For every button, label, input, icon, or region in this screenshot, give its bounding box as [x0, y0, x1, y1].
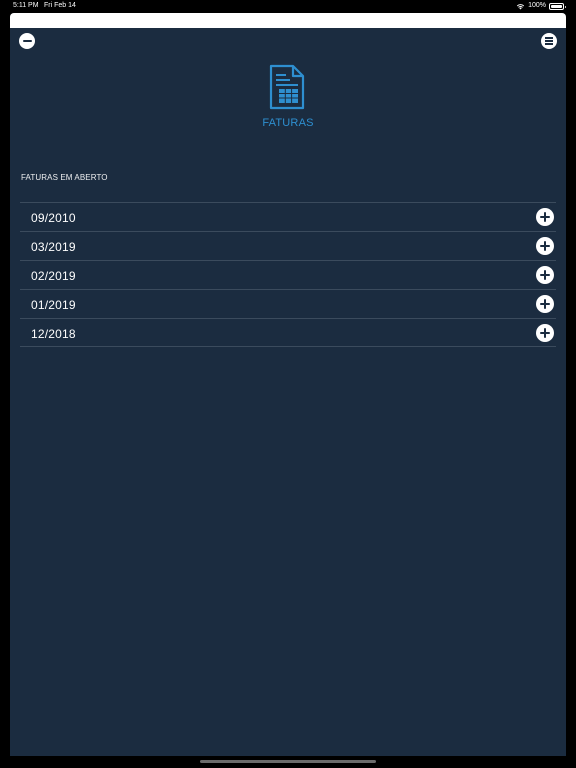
- invoice-list: 09/2010 03/2019 02/2019 01/2019 12/2018: [20, 202, 556, 347]
- section-heading: FATURAS EM ABERTO: [21, 173, 108, 182]
- expand-plus-icon[interactable]: [536, 208, 554, 226]
- invoice-period: 03/2019: [31, 240, 76, 254]
- invoice-period: 02/2019: [31, 269, 76, 283]
- invoice-period: 12/2018: [31, 327, 76, 341]
- invoice-period: 01/2019: [31, 298, 76, 312]
- invoice-row[interactable]: 09/2010: [20, 202, 556, 231]
- expand-plus-icon[interactable]: [536, 295, 554, 313]
- battery-percentage: 100%: [528, 2, 546, 9]
- invoice-row[interactable]: 01/2019: [20, 289, 556, 318]
- menu-button[interactable]: [541, 33, 557, 49]
- minus-circle-button[interactable]: [19, 33, 35, 49]
- expand-plus-icon[interactable]: [536, 237, 554, 255]
- invoice-row[interactable]: 02/2019: [20, 260, 556, 289]
- status-bar: 5:11 PM Fri Feb 14 100%: [0, 0, 576, 12]
- status-date: Fri Feb 14: [44, 2, 76, 9]
- minus-circle-icon: [22, 40, 32, 42]
- top-white-bar: [10, 13, 566, 28]
- status-time: 5:11 PM: [13, 2, 39, 9]
- battery-icon: [549, 2, 566, 10]
- expand-plus-icon[interactable]: [536, 324, 554, 342]
- wifi-icon: [516, 3, 525, 9]
- home-indicator[interactable]: [200, 760, 376, 763]
- page-title: FATURAS: [262, 117, 314, 129]
- invoices-screen: FATURAS FATURAS EM ABERTO 09/2010 03/201…: [10, 13, 566, 756]
- invoice-row[interactable]: 12/2018: [20, 318, 556, 347]
- invoice-row[interactable]: 03/2019: [20, 231, 556, 260]
- expand-plus-icon[interactable]: [536, 266, 554, 284]
- status-indicators: 100%: [516, 0, 566, 12]
- menu-icon: [545, 37, 553, 45]
- invoice-period: 09/2010: [31, 211, 76, 225]
- invoice-document-icon: [269, 64, 305, 110]
